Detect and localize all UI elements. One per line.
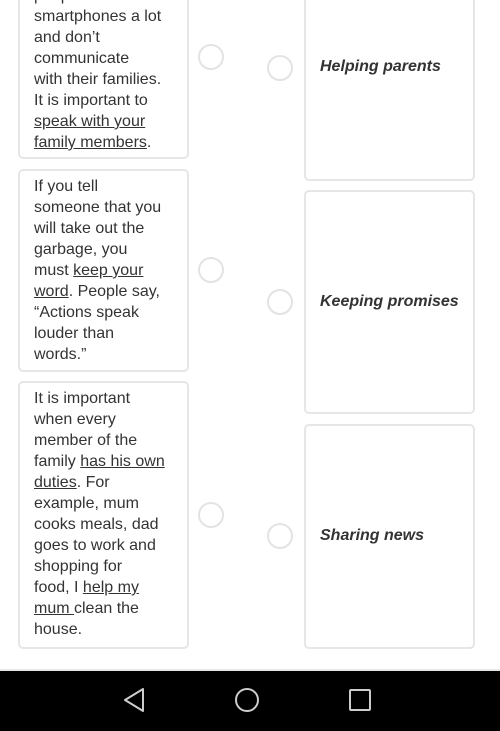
text-segment: people use: [34, 0, 112, 4]
statement-line: garbage, you: [34, 239, 161, 260]
statement-line: duties. For: [34, 472, 165, 493]
answer-radio-2[interactable]: [267, 289, 293, 315]
text-segment: food, I: [34, 579, 83, 596]
statement-text-2: If you tell someone that you will take out…: [34, 176, 161, 365]
statement-line: It is important to: [34, 90, 161, 111]
text-segment: .: [146, 134, 152, 151]
statement-line: louder than: [34, 323, 161, 344]
answer-card-1[interactable]: [304, 0, 475, 181]
text-segment: when every: [34, 411, 116, 428]
text-segment: communicate: [34, 50, 130, 67]
text-segment: someone that you: [34, 199, 162, 216]
text-segment: shopping for: [34, 558, 123, 575]
answer-label-3: Sharing news: [320, 527, 425, 544]
statement-line: food, I help my: [34, 577, 165, 598]
text-segment: goes to work and: [34, 537, 156, 554]
statement-line: cooks meals, dad: [34, 514, 165, 535]
statement-line: speak with your: [34, 111, 161, 132]
back-icon[interactable]: [122, 687, 146, 718]
statement-line: “Actions speak: [34, 302, 161, 323]
text-segment: cooks meals, dad: [34, 516, 159, 533]
text-segment: member of the: [34, 432, 138, 449]
answer-radio-1[interactable]: [267, 55, 293, 81]
statement-line: when every: [34, 409, 165, 430]
statement-line: will take out the: [34, 218, 161, 239]
statement-radio-1[interactable]: [198, 44, 224, 70]
answer-radio-3[interactable]: [267, 523, 293, 549]
text-segment: It is important to: [34, 92, 148, 109]
text-segment: must: [34, 262, 74, 279]
text-segment: clean the: [74, 600, 139, 617]
statement-line: with their families.: [34, 69, 161, 90]
statement-line: mum clean the: [34, 598, 165, 619]
underlined-phrase: has his own: [80, 453, 165, 470]
text-segment: . People say,: [68, 283, 160, 300]
statement-line: family members.: [34, 132, 161, 153]
underlined-phrase: word: [34, 283, 69, 300]
text-segment: If you tell: [34, 178, 99, 195]
text-segment: will take out the: [34, 220, 145, 237]
home-icon[interactable]: [234, 687, 260, 718]
statement-line: words.”: [34, 344, 161, 365]
statement-line: someone that you: [34, 197, 161, 218]
underlined-phrase: duties: [34, 474, 77, 491]
text-segment: garbage, you: [34, 241, 128, 258]
statement-line: house.: [34, 619, 165, 640]
underlined-phrase: mum: [34, 600, 74, 617]
statement-text-1: people use smartphones a lot and don’t comm…: [34, 0, 161, 153]
statement-line: and don’t: [34, 27, 161, 48]
statement-line: If you tell: [34, 176, 161, 197]
text-segment: words.”: [34, 346, 87, 363]
text-segment: . For: [76, 474, 110, 491]
answer-label-1: Helping parents: [320, 58, 441, 75]
text-segment: family: [34, 453, 81, 470]
text-segment: and don’t: [34, 29, 100, 46]
text-segment: “Actions speak: [34, 304, 139, 321]
answer-label-2: Keeping promises: [320, 293, 459, 310]
statement-line: It is important: [34, 388, 165, 409]
statement-line: word. People say,: [34, 281, 161, 302]
underlined-phrase: speak with your: [34, 113, 146, 130]
statement-line: communicate: [34, 48, 161, 69]
statement-line: smartphones a lot: [34, 6, 161, 27]
underlined-phrase: keep your: [73, 262, 144, 279]
underlined-phrase: family members: [34, 134, 147, 151]
statement-line: family has his own: [34, 451, 165, 472]
underlined-phrase: help my: [82, 579, 139, 596]
text-segment: It is important: [34, 390, 131, 407]
statement-radio-2[interactable]: [198, 257, 224, 283]
text-segment: example, mum: [34, 495, 139, 512]
statement-line: example, mum: [34, 493, 165, 514]
statement-line: must keep your: [34, 260, 161, 281]
text-segment: smartphones a lot: [34, 8, 162, 25]
recents-icon[interactable]: [348, 688, 372, 717]
text-segment: louder than: [34, 325, 115, 342]
android-nav-bar: [0, 669, 500, 731]
statement-radio-3[interactable]: [198, 502, 224, 528]
text-segment: with their families.: [34, 71, 162, 88]
statement-line: goes to work and: [34, 535, 165, 556]
text-segment: house.: [34, 621, 83, 638]
statement-line: shopping for: [34, 556, 165, 577]
statement-text-3: It is important when every member of the fa…: [34, 388, 165, 640]
statement-line: member of the: [34, 430, 165, 451]
